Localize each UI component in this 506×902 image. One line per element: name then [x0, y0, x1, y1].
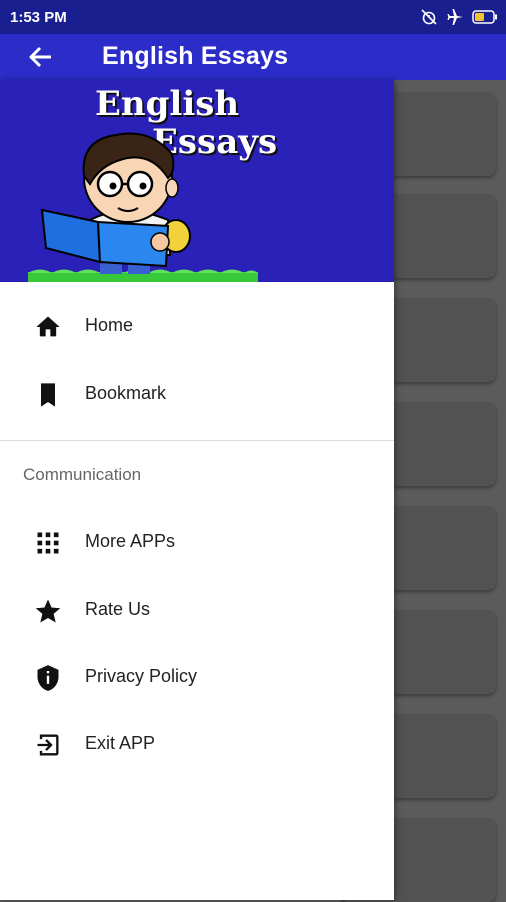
menu-label-exit-app: Exit APP — [85, 733, 156, 753]
status-bar: 1:53 PM — [0, 0, 506, 34]
app-title: English Essays — [102, 42, 289, 70]
star-icon — [34, 597, 62, 625]
menu-label-more-apps: More APPs — [85, 531, 176, 551]
back-arrow-icon[interactable] — [26, 42, 56, 72]
airplane-mode-icon — [446, 8, 464, 31]
battery-charging-icon — [472, 10, 498, 29]
menu-item-more-apps[interactable]: More APPs — [0, 512, 394, 572]
menu-label-privacy-policy: Privacy Policy — [85, 666, 198, 686]
menu-label-rate-us: Rate Us — [85, 599, 151, 619]
menu-label-bookmark: Bookmark — [85, 383, 167, 403]
status-time: 1:53 PM — [10, 9, 67, 26]
section-title-communication: Communication — [23, 465, 142, 484]
menu-item-rate-us[interactable]: Rate Us — [0, 580, 394, 640]
alarm-off-icon — [420, 8, 438, 31]
apps-grid-icon — [34, 529, 62, 557]
app-bar: English Essays — [0, 34, 506, 80]
menu-item-home[interactable]: Home — [0, 296, 394, 356]
navigation-drawer: English Essays Home Bookmark Communicati… — [0, 80, 394, 900]
exit-icon — [34, 731, 62, 759]
bookmark-icon — [34, 381, 62, 409]
menu-label-home: Home — [85, 315, 134, 335]
menu-item-privacy-policy[interactable]: Privacy Policy — [0, 647, 394, 707]
drawer-header: English Essays — [0, 80, 394, 282]
divider — [0, 440, 394, 441]
status-icons — [420, 8, 498, 31]
menu-item-exit-app[interactable]: Exit APP — [0, 714, 394, 774]
menu-item-bookmark[interactable]: Bookmark — [0, 364, 394, 424]
shield-icon — [34, 664, 62, 692]
boy-reading-illustration — [28, 132, 258, 282]
home-icon — [34, 313, 62, 341]
